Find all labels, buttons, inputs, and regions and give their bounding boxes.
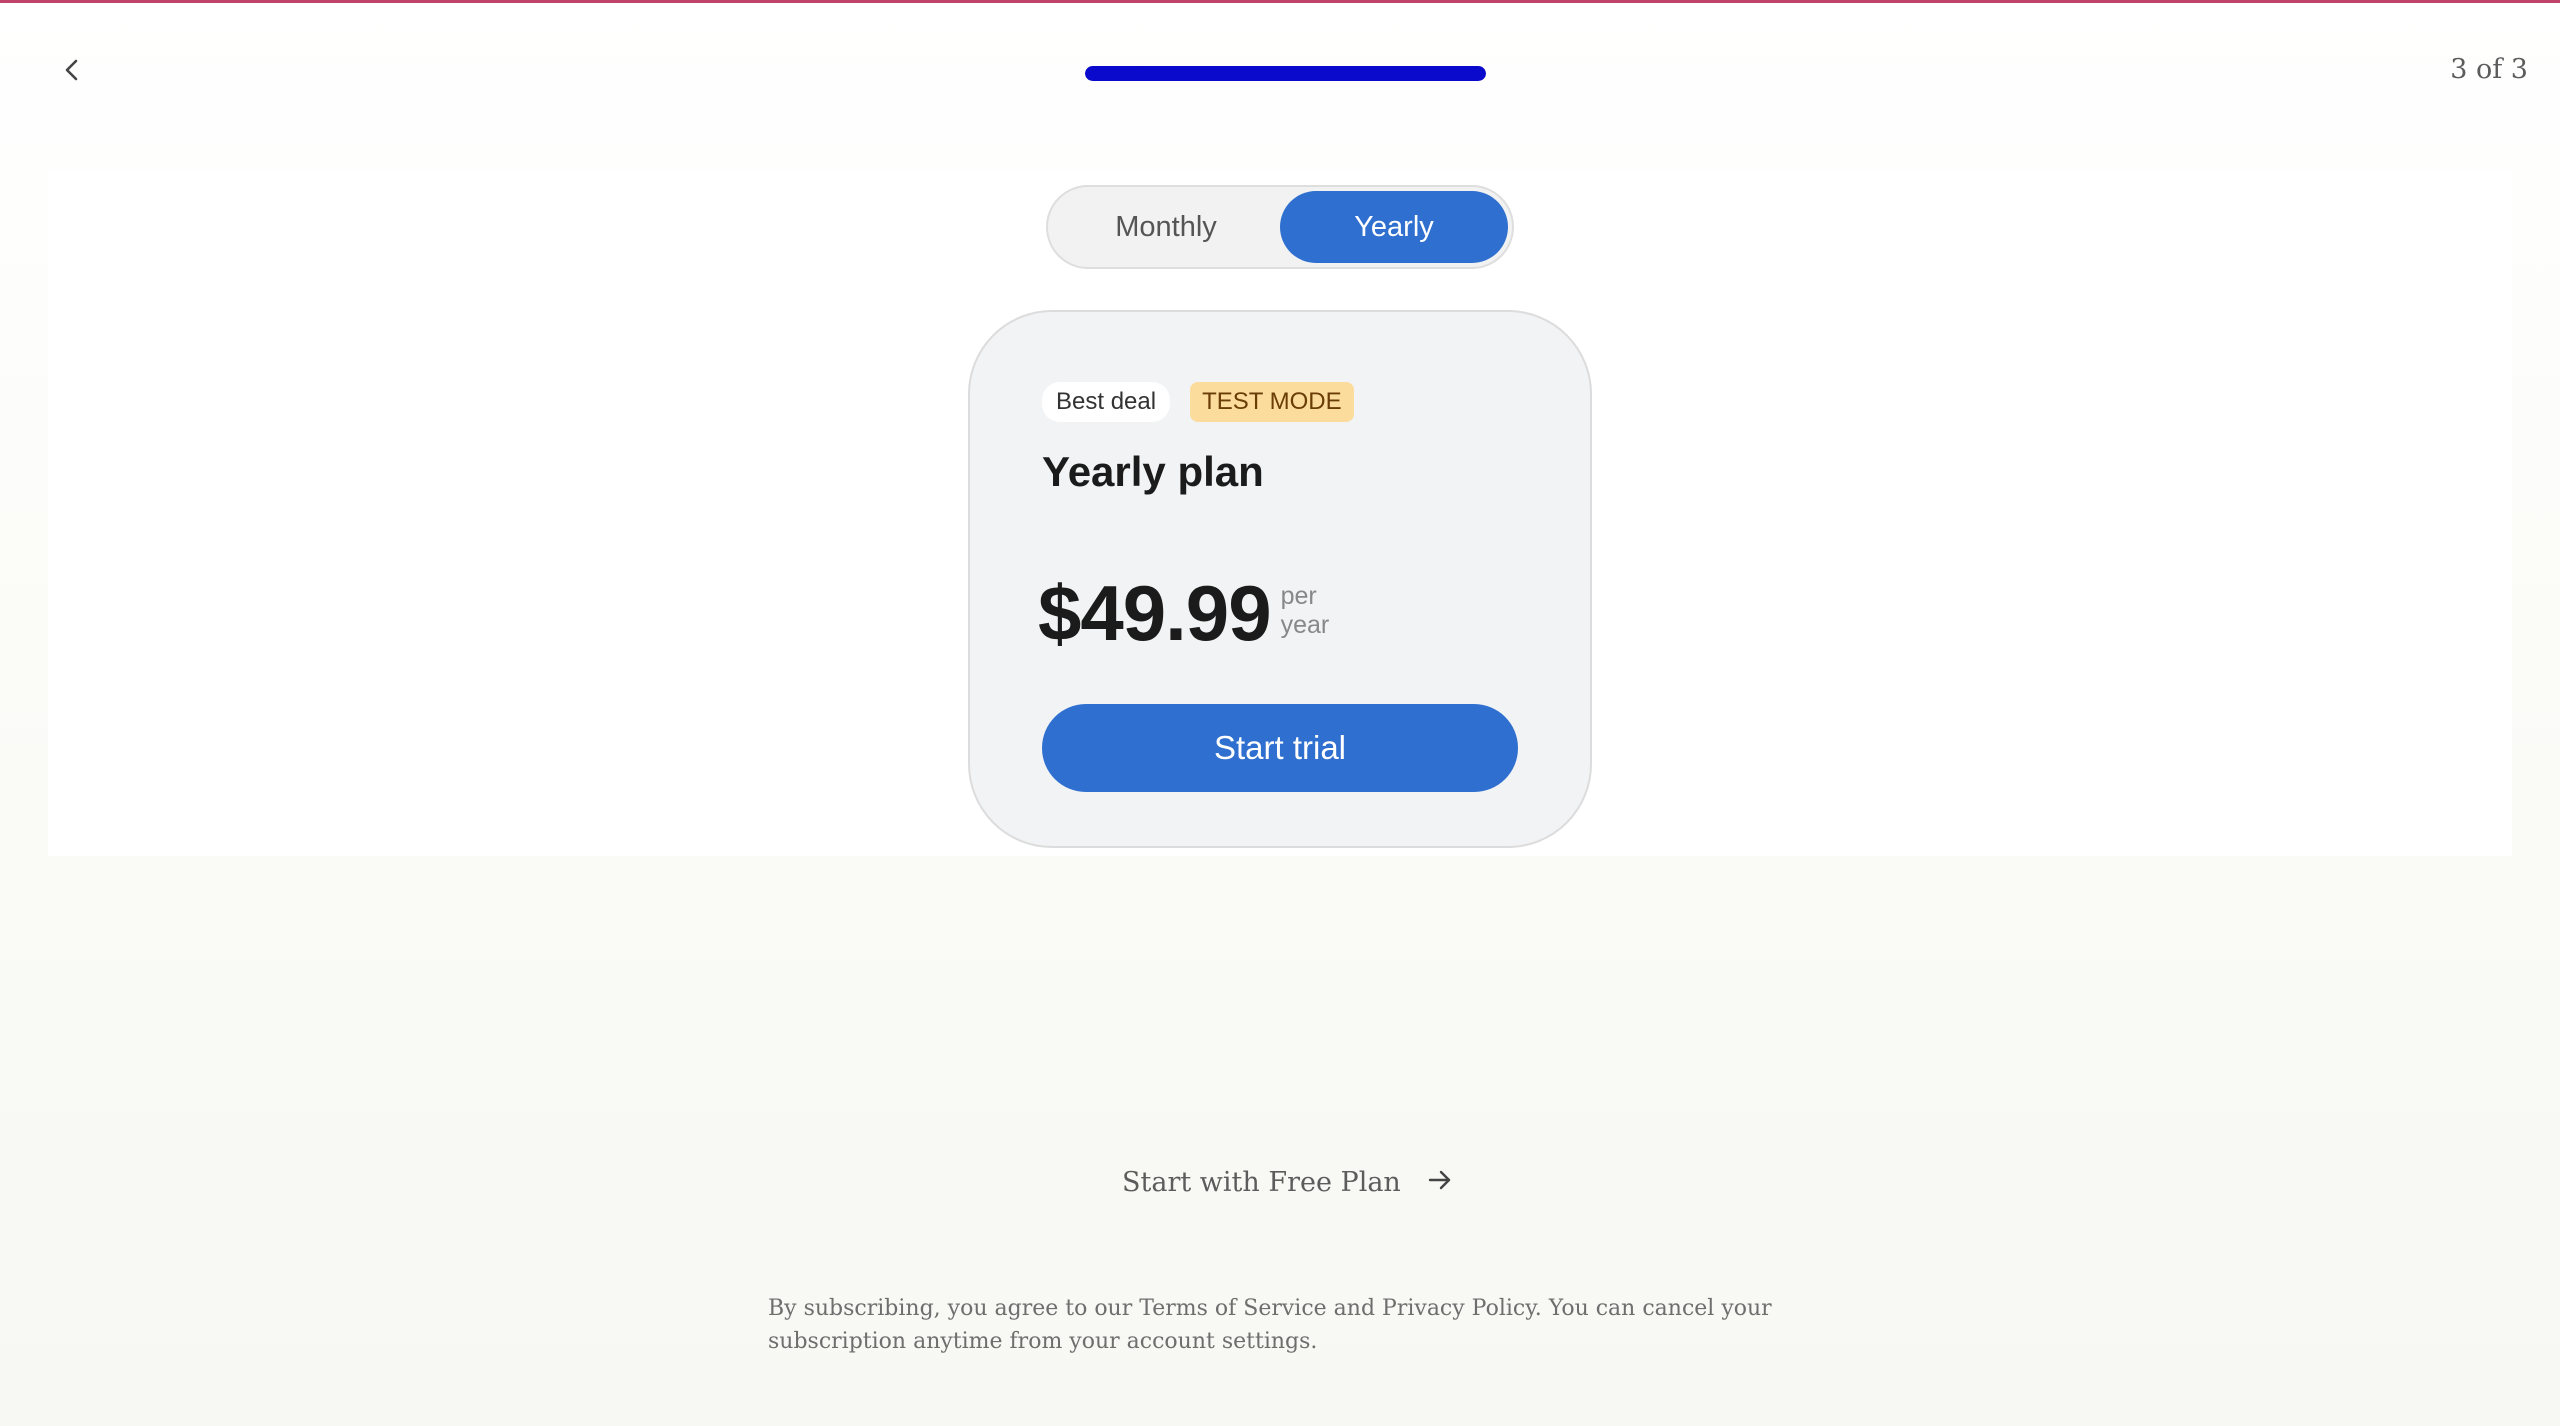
price-unit-year: year bbox=[1280, 611, 1330, 639]
chevron-left-icon bbox=[61, 57, 83, 88]
start-free-plan-link[interactable]: Start with Free Plan bbox=[1122, 1167, 1453, 1198]
billing-period-toggle: Monthly Yearly bbox=[1046, 185, 1514, 269]
plan-title: Yearly plan bbox=[1042, 448, 1264, 495]
free-plan-label: Start with Free Plan bbox=[1122, 1167, 1401, 1198]
arrow-right-icon bbox=[1427, 1167, 1453, 1198]
plan-price: $49.99 bbox=[1038, 569, 1272, 657]
price-unit-per: per bbox=[1280, 582, 1317, 610]
progress-bar bbox=[1085, 66, 1486, 81]
back-button[interactable] bbox=[52, 52, 92, 92]
start-trial-button[interactable]: Start trial bbox=[1042, 704, 1518, 792]
subscription-disclaimer: By subscribing, you agree to our Terms o… bbox=[768, 1296, 1772, 1354]
plan-card: Best deal TEST MODE Yearly plan $49.99 p… bbox=[968, 310, 1592, 848]
best-deal-badge: Best deal bbox=[1042, 382, 1171, 422]
toggle-yearly[interactable]: Yearly bbox=[1280, 191, 1508, 263]
top-accent-bar bbox=[0, 0, 2560, 3]
price-row: $49.99 per year bbox=[1038, 574, 1329, 652]
badge-row: Best deal TEST MODE bbox=[1042, 382, 1354, 422]
toggle-monthly[interactable]: Monthly bbox=[1052, 191, 1280, 263]
progress-bar-fill bbox=[1085, 66, 1486, 81]
step-counter: 3 of 3 bbox=[2450, 54, 2528, 85]
test-mode-badge: TEST MODE bbox=[1190, 382, 1354, 422]
price-unit: per year bbox=[1281, 582, 1330, 640]
